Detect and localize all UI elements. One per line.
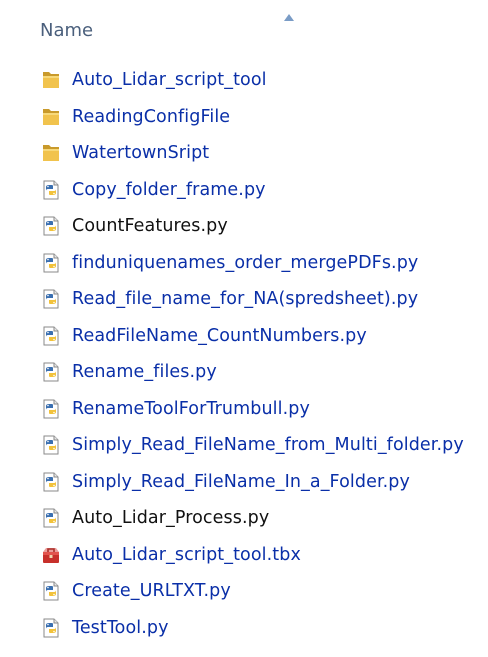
list-item-label: RenameToolForTrumbull.py: [72, 398, 310, 419]
python-file-icon: [40, 398, 62, 420]
toolbox-icon: [40, 544, 62, 566]
list-item-label: Auto_Lidar_script_tool.tbx: [72, 544, 301, 565]
sort-ascending-icon: [282, 8, 296, 21]
list-item[interactable]: Simply_Read_FileName_In_a_Folder.py: [0, 464, 488, 501]
python-file-icon: [40, 580, 62, 602]
python-file-icon: [40, 617, 62, 639]
list-item[interactable]: ReadingConfigFile: [0, 99, 488, 136]
folder-icon: [40, 106, 62, 128]
list-item-label: Auto_Lidar_Process.py: [72, 508, 270, 529]
list-item[interactable]: ReadFileName_CountNumbers.py: [0, 318, 488, 355]
list-item-label: ReadFileName_CountNumbers.py: [72, 325, 367, 346]
list-item[interactable]: Auto_Lidar_script_tool: [0, 62, 488, 99]
list-item-label: Copy_folder_frame.py: [72, 179, 266, 200]
list-item-label: Simply_Read_FileName_from_Multi_folder.p…: [72, 435, 464, 456]
list-item[interactable]: RenameToolForTrumbull.py: [0, 391, 488, 428]
name-column-header[interactable]: Name: [40, 20, 93, 41]
list-item-label: Auto_Lidar_script_tool: [72, 70, 267, 91]
python-file-icon: [40, 507, 62, 529]
list-item[interactable]: finduniquenames_order_mergePDFs.py: [0, 245, 488, 282]
column-header[interactable]: Name: [0, 0, 488, 50]
list-item-label: finduniquenames_order_mergePDFs.py: [72, 252, 419, 273]
list-item-label: Rename_files.py: [72, 362, 217, 383]
file-list-window: Name Auto_Lidar_script_tool ReadingConfi…: [0, 0, 488, 657]
list-item-label: ReadingConfigFile: [72, 106, 231, 127]
list-item[interactable]: Auto_Lidar_script_tool.tbx: [0, 537, 488, 574]
list-item[interactable]: Copy_folder_frame.py: [0, 172, 488, 209]
list-item[interactable]: Rename_files.py: [0, 354, 488, 391]
list-item-label: Create_URLTXT.py: [72, 581, 231, 602]
folder-icon: [40, 69, 62, 91]
list-item-label: Simply_Read_FileName_In_a_Folder.py: [72, 471, 410, 492]
list-item[interactable]: CountFeatures.py: [0, 208, 488, 245]
python-file-icon: [40, 434, 62, 456]
list-item[interactable]: WatertownSript: [0, 135, 488, 172]
list-item-label: WatertownSript: [72, 143, 210, 164]
python-file-icon: [40, 215, 62, 237]
folder-icon: [40, 142, 62, 164]
list-item[interactable]: TestTool.py: [0, 610, 488, 647]
list-item[interactable]: Read_file_name_for_NA(spredsheet).py: [0, 281, 488, 318]
list-item[interactable]: Auto_Lidar_Process.py: [0, 500, 488, 537]
python-file-icon: [40, 325, 62, 347]
list-item-label: Read_file_name_for_NA(spredsheet).py: [72, 289, 419, 310]
python-file-icon: [40, 288, 62, 310]
python-file-icon: [40, 471, 62, 493]
list-item-label: CountFeatures.py: [72, 216, 228, 237]
list-item-label: TestTool.py: [72, 617, 169, 638]
list-item[interactable]: Create_URLTXT.py: [0, 573, 488, 610]
python-file-icon: [40, 179, 62, 201]
list-item[interactable]: Simply_Read_FileName_from_Multi_folder.p…: [0, 427, 488, 464]
python-file-icon: [40, 361, 62, 383]
file-list: Auto_Lidar_script_tool ReadingConfigFile…: [0, 62, 488, 646]
python-file-icon: [40, 252, 62, 274]
